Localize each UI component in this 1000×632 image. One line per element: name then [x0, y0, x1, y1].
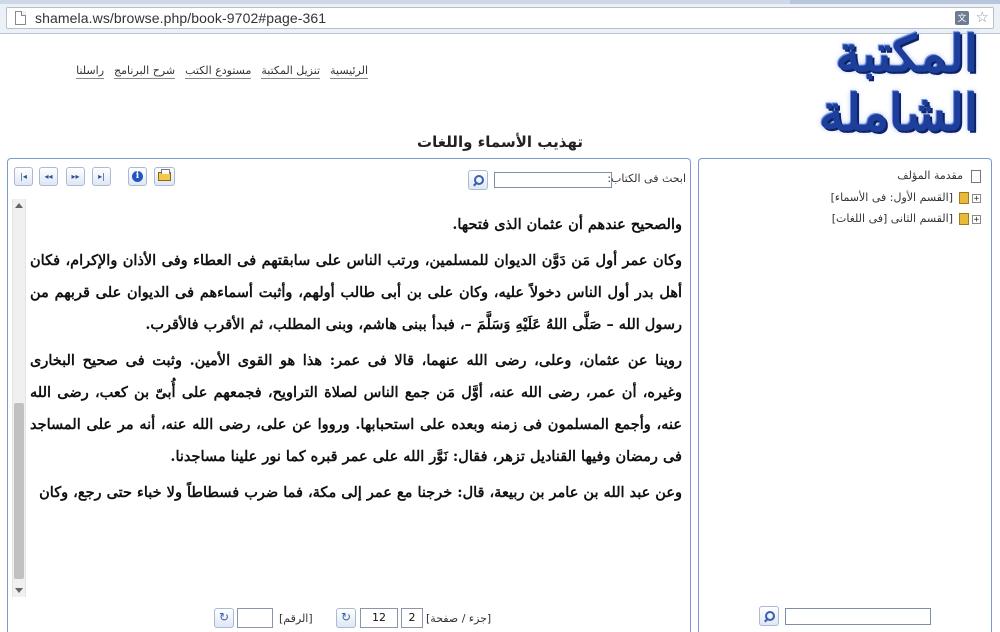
document-icon [971, 169, 981, 183]
nav-download-link[interactable]: تنزيل المكتبة [261, 64, 321, 79]
page-number-input[interactable]: 12 [360, 608, 398, 628]
page-navigation: ↻ [الرقم] ↻ 12 2 [جزء / صفحة] [8, 605, 690, 631]
number-label: [الرقم] [279, 612, 313, 625]
printer-icon [158, 169, 171, 181]
scroll-down-arrow-icon[interactable] [15, 588, 23, 593]
text-paragraph: روينا عن عثمان، وعلى، رضى الله عنهما، قا… [30, 352, 682, 465]
book-folder-icon [959, 213, 969, 225]
toc-search-button[interactable] [759, 606, 779, 626]
toc-item-label[interactable]: [القسم الأول: فى الأسماء] [831, 191, 953, 204]
go-to-page-button[interactable]: ↻ [336, 608, 356, 628]
url-text[interactable]: shamela.ws/browse.php/book-9702#page-361 [35, 10, 326, 26]
part-page-label: [جزء / صفحة] [426, 612, 492, 625]
toc-item-languages-section[interactable]: + [القسم الثانى [فى اللغات] [832, 210, 981, 228]
book-search-label: ابحث فى الكتاب: [607, 172, 686, 185]
book-title: تهذيب الأسماء واللغات [417, 133, 583, 151]
next-page-button[interactable]: ▸▸ [66, 167, 85, 186]
nav-contact-link[interactable]: راسلنا [76, 64, 105, 79]
book-text: والصحيح عندهم أن عثمان الذى فتحها. وكان … [30, 209, 682, 597]
toc-item-label[interactable]: [القسم الثانى [فى اللغات] [832, 212, 953, 225]
book-content-panel: |◂ ◂◂ ▸▸ ▸| i ابحث فى الكتاب: والصحيح عن… [7, 158, 691, 632]
table-of-contents-panel: مقدمة المؤلف +[القسم الأول: فى الأسماء] … [698, 158, 992, 632]
expand-plus-icon[interactable]: + [972, 193, 981, 203]
content-scrollbar[interactable] [12, 199, 26, 597]
nav-books-repository-link[interactable]: مستودع الكتب [185, 64, 252, 79]
text-paragraph: وعن عبد الله بن عامر بن ربيعة، قال: خرجن… [39, 484, 682, 501]
reader-toolbar: |◂ ◂◂ ▸▸ ▸| i ابحث فى الكتاب: [8, 159, 690, 195]
scrollbar-thumb[interactable] [14, 403, 24, 579]
expand-plus-icon[interactable]: + [972, 214, 981, 224]
last-page-button[interactable]: ▸| [92, 167, 111, 186]
previous-page-button[interactable]: ◂◂ [39, 167, 58, 186]
site-logo[interactable]: المكتبة الشاملة [678, 24, 979, 142]
toc-search-input[interactable] [785, 608, 931, 625]
book-folder-icon [959, 192, 969, 204]
scroll-up-arrow-icon[interactable] [15, 203, 23, 208]
info-icon: i [132, 171, 143, 182]
number-input[interactable] [237, 608, 273, 628]
book-search-button[interactable] [468, 170, 488, 190]
translate-icon[interactable]: 文 [955, 11, 969, 25]
text-paragraph: وكان عمر أول مَن دَوَّن الديوان للمسلمين… [30, 252, 682, 333]
print-button[interactable] [154, 167, 175, 186]
nav-home-link[interactable]: الرئيسية [330, 64, 368, 79]
first-page-button[interactable]: |◂ [14, 167, 33, 186]
text-paragraph: والصحيح عندهم أن عثمان الذى فتحها. [452, 216, 682, 233]
page-icon [15, 11, 26, 25]
book-search-input[interactable] [494, 172, 612, 188]
logo-text: المكتبة الشاملة [818, 24, 979, 142]
nav-help-link[interactable]: شرح البرنامج [114, 64, 176, 79]
toc-item-label[interactable]: مقدمة المؤلف [897, 169, 963, 182]
info-button[interactable]: i [128, 167, 147, 186]
toc-item-introduction[interactable]: مقدمة المؤلف [897, 167, 981, 185]
go-to-number-button[interactable]: ↻ [214, 608, 234, 628]
top-navigation: الرئيسية تنزيل المكتبة مستودع الكتب شرح … [76, 64, 368, 79]
part-number-input[interactable]: 2 [401, 608, 423, 628]
toc-item-names-section[interactable]: + [القسم الأول: فى الأسماء] [831, 189, 981, 207]
